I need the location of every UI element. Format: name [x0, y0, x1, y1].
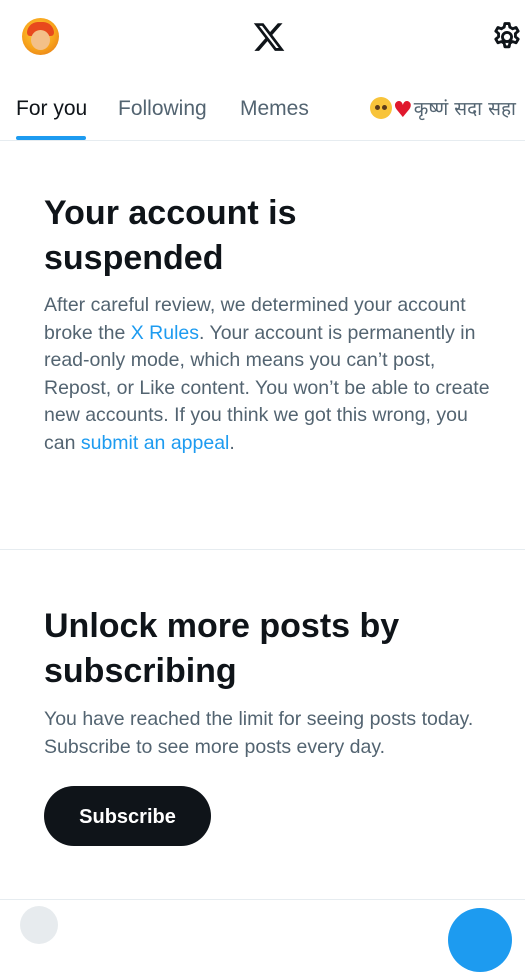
suspended-message: After careful review, we determined your…: [44, 292, 494, 457]
active-tab-indicator: [16, 136, 86, 140]
tab-list-krishna[interactable]: ♥कृष्णं सदा सहा: [370, 95, 516, 123]
profile-avatar[interactable]: [22, 18, 59, 55]
tab-list-label: कृष्णं सदा सहा: [413, 98, 516, 120]
subscribe-prompt: Unlock more posts by subscribing You hav…: [0, 550, 525, 900]
tab-for-you[interactable]: For you: [16, 97, 87, 121]
tab-following[interactable]: Following: [118, 97, 207, 121]
subscribe-message: You have reached the limit for seeing po…: [44, 708, 474, 758]
red-heart-emoji-icon: ♥: [393, 98, 413, 123]
pleading-face-emoji-icon: [370, 97, 392, 119]
bottom-divider: [0, 899, 525, 900]
tab-memes[interactable]: Memes: [240, 97, 309, 121]
suspended-notice: Your account is suspended After careful …: [0, 141, 525, 549]
compose-post-button[interactable]: [448, 908, 512, 972]
suspended-title: Your account is suspended: [44, 194, 297, 277]
submit-appeal-link[interactable]: submit an appeal: [81, 432, 230, 454]
x-rules-link[interactable]: X Rules: [131, 322, 199, 344]
x-logo-icon[interactable]: [252, 20, 286, 54]
top-bar: [0, 0, 525, 78]
gear-icon[interactable]: [490, 20, 524, 54]
subscribe-button[interactable]: Subscribe: [44, 786, 211, 846]
avatar-face: [31, 30, 50, 50]
subscribe-title: Unlock more posts by subscribing: [44, 607, 400, 690]
partial-post-avatar: [20, 906, 58, 944]
timeline-tabs: For you Following Memes ♥कृष्णं सदा सहा: [0, 78, 525, 141]
suspended-text-part-3: .: [229, 431, 235, 454]
